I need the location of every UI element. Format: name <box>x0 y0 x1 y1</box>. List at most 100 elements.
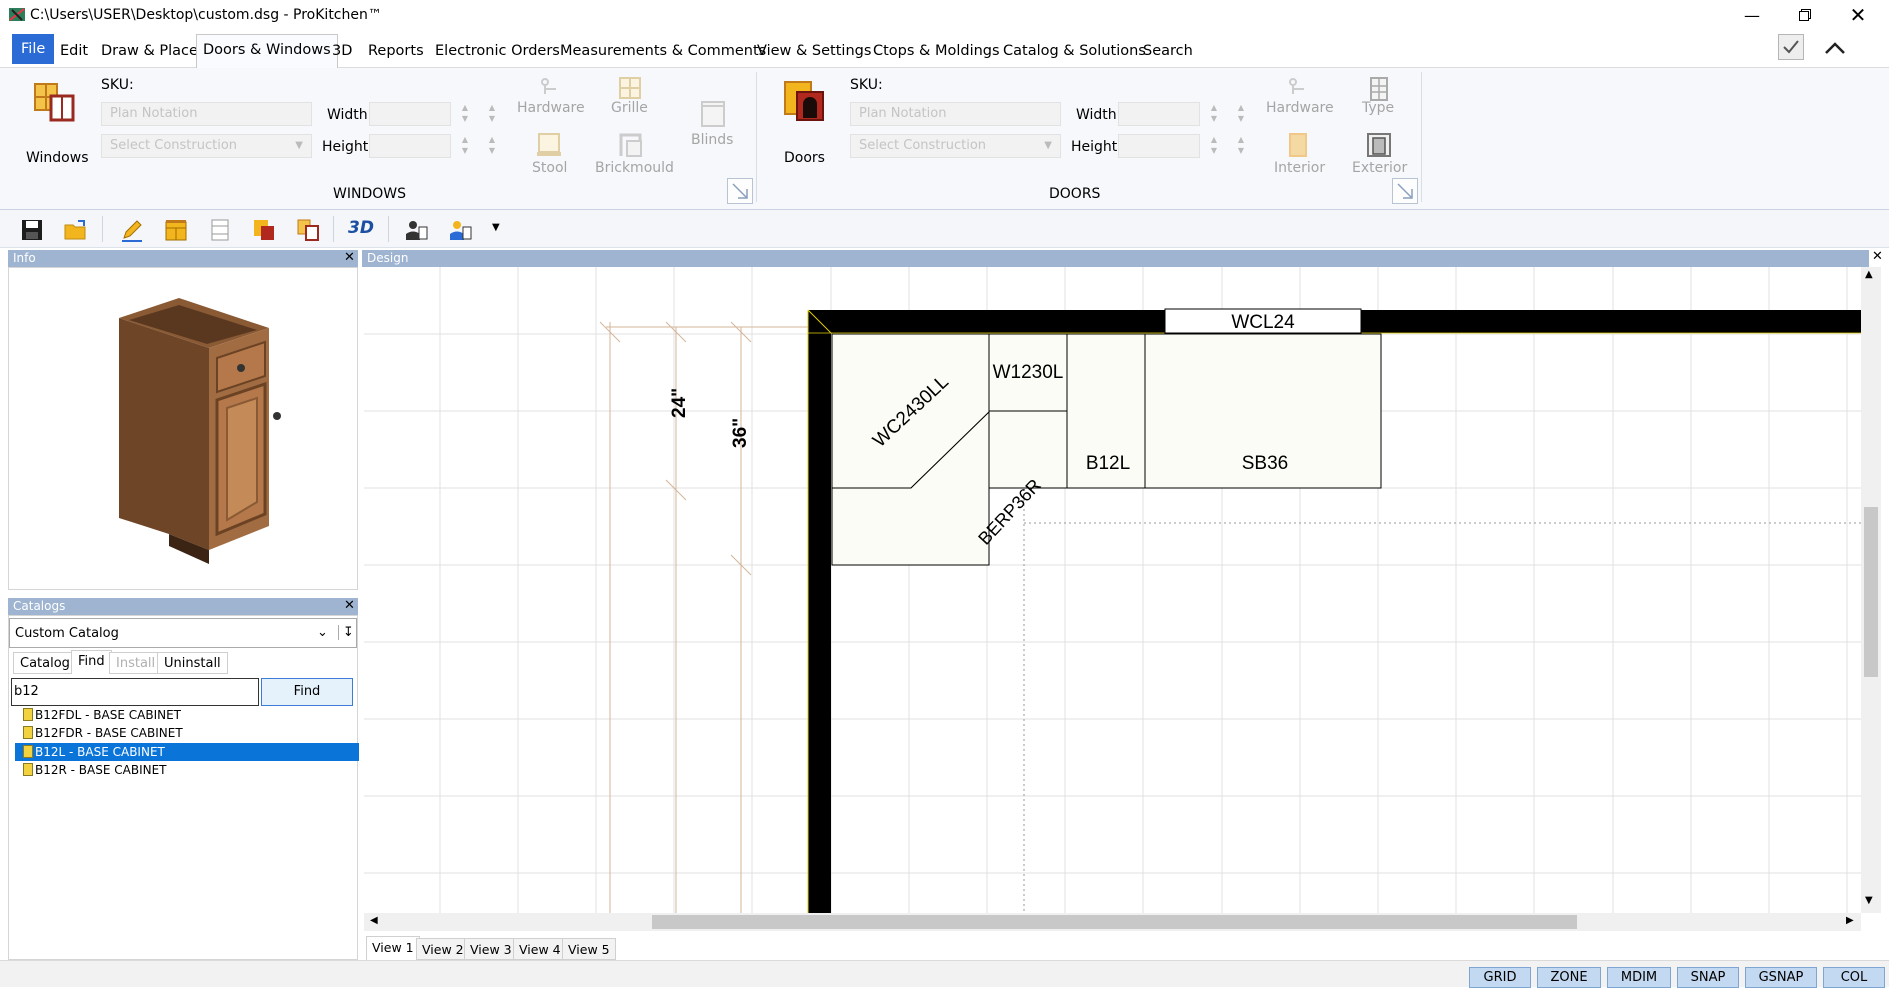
horizontal-scrollbar[interactable]: ◀ ▶ <box>364 913 1861 931</box>
blinds-button[interactable]: Blinds <box>688 98 738 156</box>
doors-width-fine-spinner[interactable]: ▲ ▼ <box>1231 102 1251 128</box>
design-panel-header: Design <box>362 250 1869 267</box>
tab-install[interactable]: Install <box>109 652 163 674</box>
doors-construction-value: Select Construction <box>859 138 987 153</box>
menu-doors-windows[interactable]: Doors & Windows <box>196 34 338 68</box>
view-tab-4[interactable]: View 4 <box>513 938 567 960</box>
door-place-icon[interactable] <box>252 218 276 242</box>
windows-plan-notation-input[interactable]: Plan Notation <box>101 102 312 126</box>
exterior-button[interactable]: Exterior <box>1348 130 1410 178</box>
status-zone-toggle[interactable]: ZONE <box>1537 967 1601 988</box>
view-tab-5[interactable]: View 5 <box>562 938 616 960</box>
doors-height-spinner[interactable]: ▲ ▼ <box>1204 134 1224 160</box>
doors-height-input[interactable] <box>1118 134 1200 158</box>
doors-button[interactable]: Doors <box>770 80 836 170</box>
result-item-b12r[interactable]: B12R - BASE CABINET <box>15 761 359 779</box>
menu-ctops-moldings[interactable]: Ctops & Moldings <box>867 39 1006 63</box>
wall-cabinet-icon[interactable] <box>208 218 232 242</box>
info-panel-title: Info <box>13 251 36 265</box>
cabinet-icon[interactable] <box>164 218 188 242</box>
menu-electronic-orders[interactable]: Electronic Orders <box>429 39 566 63</box>
scroll-down-arrow-icon[interactable]: ▼ <box>1865 895 1873 906</box>
minimize-button[interactable]: — <box>1729 0 1775 30</box>
doors-construction-select[interactable]: Select Construction ▼ <box>850 134 1061 158</box>
brickmould-button[interactable]: Brickmould <box>592 130 674 178</box>
status-col-toggle[interactable]: COL <box>1823 967 1885 988</box>
windows-construction-select[interactable]: Select Construction ▼ <box>101 134 312 158</box>
status-grid-toggle[interactable]: GRID <box>1469 967 1531 988</box>
view-tab-1[interactable]: View 1 <box>366 936 420 960</box>
vertical-scrollbar[interactable]: ▲ ▼ <box>1861 267 1881 913</box>
design-canvas[interactable]: 24" 36" WCL24 WC2430LL W1230L B12L SB36 … <box>364 267 1861 913</box>
3d-view-button[interactable]: 3D <box>348 218 378 242</box>
doors-height-fine-spinner[interactable]: ▲ ▼ <box>1231 134 1251 160</box>
windows-hardware-button[interactable]: Hardware <box>514 74 585 122</box>
doors-hardware-label: Hardware <box>1266 100 1334 116</box>
close-window-button[interactable]: ✕ <box>1835 0 1881 30</box>
tab-catalog[interactable]: Catalog <box>13 652 77 674</box>
menu-measurements-comments[interactable]: Measurements & Comments <box>554 39 772 63</box>
result-item-b12fdl[interactable]: B12FDL - BASE CABINET <box>15 706 359 724</box>
catalog-menu-icon[interactable]: ↧ <box>338 625 354 640</box>
tab-find[interactable]: Find <box>71 650 112 674</box>
info-panel-close-icon[interactable]: ✕ <box>344 250 355 265</box>
status-gsnap-toggle[interactable]: GSNAP <box>1745 967 1817 988</box>
result-item-b12fdr[interactable]: B12FDR - BASE CABINET <box>15 724 359 742</box>
windows-height-spinner[interactable]: ▲ ▼ <box>455 134 475 160</box>
scroll-left-arrow-icon[interactable]: ◀ <box>370 915 378 926</box>
horizontal-scroll-thumb[interactable] <box>652 915 1577 929</box>
view-tab-2[interactable]: View 2 <box>416 938 470 960</box>
catalog-search-input[interactable]: b12 <box>11 678 259 706</box>
menu-reports[interactable]: Reports <box>362 39 430 63</box>
draw-pencil-icon[interactable] <box>120 218 144 242</box>
collapse-ribbon-button[interactable] <box>1820 34 1850 62</box>
left-wall[interactable] <box>808 310 831 913</box>
windows-button[interactable]: Windows <box>14 80 96 170</box>
windows-dialog-launcher[interactable] <box>727 178 753 204</box>
windows-width-spinner[interactable]: ▲ ▼ <box>455 102 475 128</box>
tab-uninstall[interactable]: Uninstall <box>157 652 228 674</box>
menu-edit[interactable]: Edit <box>54 39 94 63</box>
status-mdim-toggle[interactable]: MDIM <box>1607 967 1671 988</box>
doors-width-spinner[interactable]: ▲ ▼ <box>1204 102 1224 128</box>
status-snap-toggle[interactable]: SNAP <box>1677 967 1739 988</box>
windows-width-input[interactable] <box>369 102 451 126</box>
result-item-b12l[interactable]: B12L - BASE CABINET <box>15 743 359 761</box>
user-settings-icon[interactable] <box>448 218 472 242</box>
doors-width-input[interactable] <box>1118 102 1200 126</box>
toolbar-overflow-arrow-icon[interactable]: ▼ <box>492 222 500 233</box>
interior-button[interactable]: Interior <box>1270 130 1326 178</box>
door-type-button[interactable]: Type <box>1354 74 1404 122</box>
windows-height-input[interactable] <box>369 134 451 158</box>
menu-view-settings[interactable]: View & Settings <box>751 39 877 63</box>
ribbon-pin-button[interactable] <box>1778 34 1804 60</box>
save-icon[interactable] <box>20 218 44 242</box>
scroll-right-arrow-icon[interactable]: ▶ <box>1846 915 1854 926</box>
catalog-select[interactable]: Custom Catalog ⌄ ↧ <box>9 618 357 648</box>
menu-search[interactable]: Search <box>1137 39 1199 63</box>
doors-hardware-button[interactable]: Hardware <box>1262 74 1334 122</box>
menu-file[interactable]: File <box>12 34 55 64</box>
exterior-door-icon <box>1367 133 1391 157</box>
open-folder-icon[interactable] <box>64 218 88 242</box>
title-bar: C:\Users\USER\Desktop\custom.dsg - ProKi… <box>0 0 1889 30</box>
menu-draw-place[interactable]: Draw & Place <box>95 39 204 63</box>
scroll-up-arrow-icon[interactable]: ▲ <box>1865 269 1873 280</box>
catalogs-panel-title: Catalogs <box>13 599 66 613</box>
design-panel-close-icon[interactable]: ✕ <box>1872 249 1883 264</box>
view-tab-3[interactable]: View 3 <box>464 938 518 960</box>
windows-width-fine-spinner[interactable]: ▲ ▼ <box>482 102 502 128</box>
restore-button[interactable] <box>1782 0 1828 30</box>
stool-button[interactable]: Stool <box>526 130 572 178</box>
window-place-icon[interactable] <box>296 218 320 242</box>
doors-plan-notation-input[interactable]: Plan Notation <box>850 102 1061 126</box>
vertical-scroll-thumb[interactable] <box>1864 507 1878 677</box>
user-report-icon[interactable] <box>404 218 428 242</box>
menu-3d[interactable]: 3D <box>326 39 358 63</box>
catalogs-panel-close-icon[interactable]: ✕ <box>344 598 355 613</box>
menu-catalog-solutions[interactable]: Catalog & Solutions <box>997 39 1152 63</box>
find-button[interactable]: Find <box>261 678 353 706</box>
doors-dialog-launcher[interactable] <box>1392 178 1418 204</box>
grille-button[interactable]: Grille <box>598 74 662 122</box>
windows-height-fine-spinner[interactable]: ▲ ▼ <box>482 134 502 160</box>
